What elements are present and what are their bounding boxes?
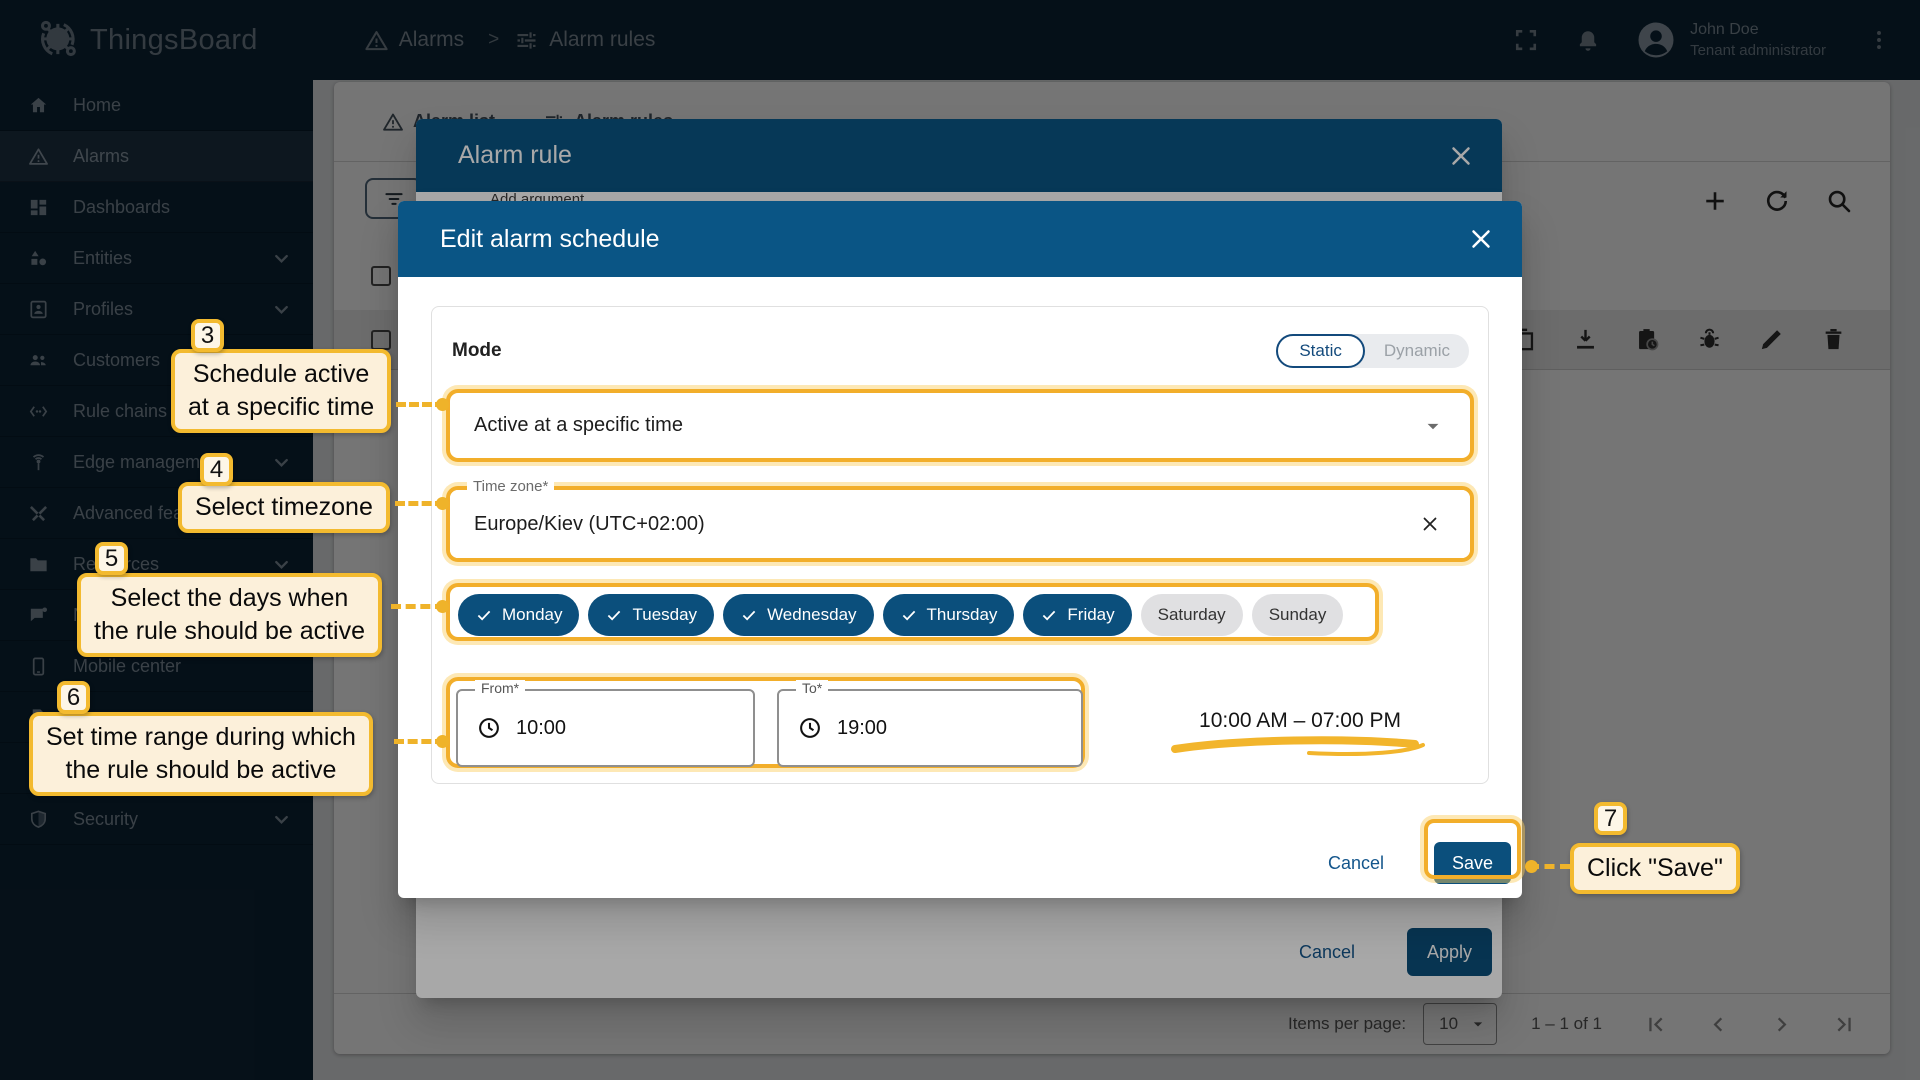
clock-icon [476, 715, 502, 741]
edit-alarm-schedule-dialog: Edit alarm schedule Mode Static Dynamic … [398, 201, 1522, 898]
annotation-connector-5 [391, 604, 445, 609]
annotation-badge-7: 7 [1594, 802, 1627, 835]
check-icon [900, 606, 918, 624]
schedule-type-select[interactable]: Active at a specific time [450, 393, 1470, 458]
from-input[interactable] [516, 717, 636, 740]
day-chips: Monday Tuesday Wednesday Thursda [458, 594, 1343, 636]
day-chip[interactable]: Tuesday [588, 594, 714, 636]
mode-option-dynamic[interactable]: Dynamic [1365, 341, 1469, 361]
day-chip-label: Sunday [1269, 605, 1327, 625]
annotation-connector-6 [394, 739, 445, 744]
from-field[interactable]: From* [456, 689, 755, 767]
from-label: From* [475, 680, 525, 696]
edit-schedule-dialog-header: Edit alarm schedule [398, 201, 1522, 277]
close-icon[interactable] [1466, 224, 1496, 254]
edit-schedule-dialog-title: Edit alarm schedule [440, 225, 660, 254]
highlight-time-range: From* To* [446, 677, 1085, 768]
time-range-preview: 10:00 AM – 07:00 PM [1171, 709, 1429, 733]
day-chip[interactable]: Saturday [1141, 594, 1243, 636]
mode-toggle: Static Dynamic [1276, 334, 1469, 368]
timezone-label: Time zone* [467, 478, 554, 495]
day-chip[interactable]: Wednesday [723, 594, 873, 636]
highlight-days: Monday Tuesday Wednesday Thursda [446, 583, 1379, 641]
day-chip[interactable]: Friday [1023, 594, 1131, 636]
mode-label: Mode [452, 340, 502, 362]
clock-icon [797, 715, 823, 741]
check-icon [475, 606, 493, 624]
day-chip-label: Tuesday [632, 605, 697, 625]
day-chip[interactable]: Thursday [883, 594, 1015, 636]
schedule-form-card: Mode Static Dynamic Active at a specific… [431, 306, 1489, 784]
annotation-callout-5: Select the days when the rule should be … [77, 573, 382, 657]
marker-underline [1169, 735, 1431, 759]
annotation-callout-6: Set time range during which the rule sho… [29, 712, 373, 796]
schedule-type-value: Active at a specific time [474, 414, 683, 437]
day-chip-label: Wednesday [767, 605, 856, 625]
day-chip-label: Monday [502, 605, 562, 625]
to-input[interactable] [837, 717, 957, 740]
annotation-callout-7: Click "Save" [1570, 843, 1740, 894]
day-chip-label: Saturday [1158, 605, 1226, 625]
annotation-connector-3 [396, 402, 445, 407]
day-chip-label: Friday [1067, 605, 1114, 625]
timezone-input[interactable] [450, 490, 1470, 558]
day-chip[interactable]: Monday [458, 594, 579, 636]
check-icon [605, 606, 623, 624]
annotation-badge-3: 3 [191, 319, 224, 352]
annotation-badge-6: 6 [57, 681, 90, 714]
annotation-connector-7 [1529, 864, 1570, 869]
highlight-save-button [1424, 819, 1521, 879]
annotation-badge-4: 4 [200, 453, 233, 486]
clear-icon[interactable] [1418, 512, 1442, 536]
day-chip-label: Thursday [927, 605, 998, 625]
check-icon [740, 606, 758, 624]
cancel-button[interactable]: Cancel [1328, 853, 1384, 874]
mode-option-static[interactable]: Static [1276, 334, 1365, 368]
day-chip[interactable]: Sunday [1252, 594, 1344, 636]
annotation-badge-5: 5 [95, 542, 128, 575]
to-field[interactable]: To* [777, 689, 1083, 767]
edit-schedule-footer: Cancel Save [398, 828, 1522, 898]
arrow-drop-down-icon [1420, 413, 1446, 439]
highlight-timezone: Time zone* [446, 486, 1474, 562]
highlight-schedule-type: Active at a specific time [446, 389, 1474, 462]
to-label: To* [796, 680, 828, 696]
annotation-connector-4 [395, 501, 445, 506]
check-icon [1040, 606, 1058, 624]
annotation-callout-4: Select timezone [178, 482, 390, 533]
annotation-callout-3: Schedule active at a specific time [171, 349, 391, 433]
